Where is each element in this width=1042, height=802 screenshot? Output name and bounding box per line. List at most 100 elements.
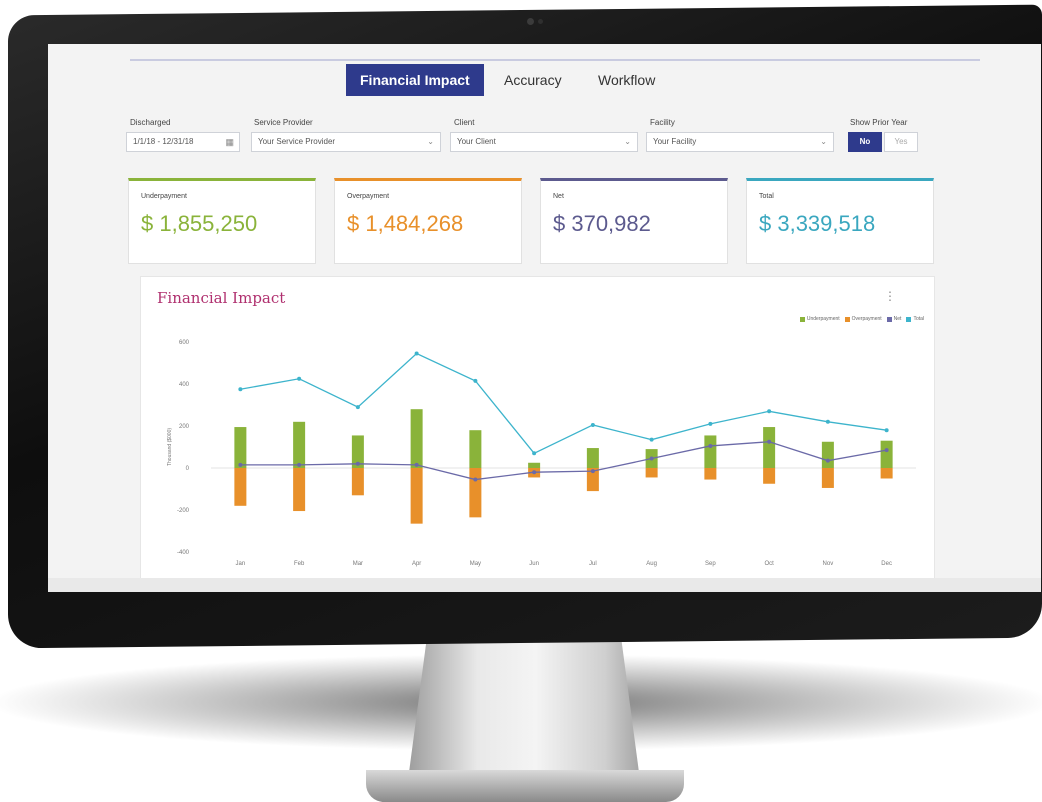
net-point (767, 439, 772, 444)
y-axis-label: Thousand ($000) (167, 428, 173, 466)
discharged-value: 1/1/18 - 12/31/18 (133, 137, 194, 146)
tab-financial-impact[interactable]: Financial Impact (346, 64, 484, 96)
underpayment-bar (880, 440, 893, 468)
client-label: Client (454, 118, 475, 127)
financial-impact-chart: 600 400 200 0 -200 -400 Thousand ($000) Jan Feb M… (167, 340, 916, 567)
net-point (825, 458, 830, 463)
net-point (414, 462, 419, 467)
x-tick-label: Aug (646, 561, 657, 567)
total-value: $ 3,339,518 (759, 211, 876, 236)
overpayment-bar (410, 468, 423, 524)
overpayment-bar (880, 468, 893, 479)
underpayment-title: Underpayment (141, 193, 187, 200)
underpayment-bar (763, 427, 776, 468)
y-tick-label: 400 (179, 382, 190, 388)
total-line (240, 352, 887, 455)
underpayment-bar (704, 435, 717, 468)
overpayment-bar (763, 468, 776, 484)
x-tick-label: May (470, 561, 481, 567)
total-point (825, 419, 830, 424)
net-point (355, 461, 360, 466)
x-tick-label: Jun (529, 561, 539, 567)
total-point (355, 405, 360, 410)
x-tick-label: Mar (353, 561, 363, 567)
x-tick-label: Dec (881, 561, 892, 567)
overpayment-bar (293, 468, 306, 512)
net-point (590, 469, 595, 474)
total-point (532, 451, 537, 456)
net-point (708, 443, 713, 448)
facility-select[interactable]: Your Facility ⌄ (646, 132, 834, 152)
overpayment-bar (351, 468, 364, 496)
total-point (414, 351, 419, 356)
x-tick-label: Oct (764, 561, 774, 567)
overpayment-card: Overpayment $ 1,484,268 (334, 178, 522, 264)
total-point (238, 387, 243, 392)
monitor-stand-base (366, 770, 684, 802)
underpayment-bar (293, 421, 306, 468)
total-card: Total $ 3,339,518 (746, 178, 934, 264)
overpayment-bar (234, 468, 247, 506)
calendar-icon[interactable]: ▦ (225, 133, 234, 151)
overpayment-bar (821, 468, 834, 488)
tab-accuracy[interactable]: Accuracy (490, 64, 576, 96)
tab-workflow[interactable]: Workflow (584, 64, 669, 96)
overpayment-bar (469, 468, 482, 518)
service-provider-select[interactable]: Your Service Provider ⌄ (251, 132, 441, 152)
service-provider-label: Service Provider (254, 118, 313, 127)
total-point (649, 437, 654, 442)
overpayment-title: Overpayment (347, 193, 390, 200)
dashboard-screen: Financial Impact Accuracy Workflow Disch… (48, 44, 1041, 592)
underpayment-value: $ 1,855,250 (141, 211, 258, 236)
financial-impact-panel: Financial Impact ⋮ Underpayment Overpayme… (140, 276, 935, 592)
total-point (590, 422, 595, 427)
chevron-down-icon: ⌄ (624, 137, 631, 146)
facility-value: Your Facility (653, 137, 697, 146)
total-point (767, 409, 772, 414)
x-tick-label: Feb (294, 561, 305, 567)
show-prior-year-label: Show Prior Year (850, 118, 908, 127)
net-point (884, 448, 889, 453)
x-tick-label: Sep (705, 561, 716, 567)
client-select[interactable]: Your Client ⌄ (450, 132, 638, 152)
chevron-down-icon: ⌄ (427, 137, 434, 146)
y-tick-label: -400 (177, 550, 190, 556)
underpayment-card: Underpayment $ 1,855,250 (128, 178, 316, 264)
net-card: Net $ 370,982 (540, 178, 728, 264)
net-point (649, 456, 654, 461)
facility-label: Facility (650, 118, 675, 127)
underpayment-bar (821, 441, 834, 468)
overpayment-bar (704, 468, 717, 480)
prior-year-no-button[interactable]: No (848, 132, 882, 152)
x-tick-label: Jul (589, 561, 597, 567)
screen-bottom-bar (48, 578, 1041, 592)
y-tick-label: 600 (179, 340, 190, 346)
overpayment-bar (645, 468, 658, 478)
webcam-icon (527, 18, 534, 25)
underpayment-bar (528, 462, 541, 468)
net-title: Net (553, 193, 564, 200)
total-point (473, 378, 478, 383)
net-point (297, 462, 302, 467)
chevron-down-icon: ⌄ (820, 137, 827, 146)
service-provider-value: Your Service Provider (258, 137, 336, 146)
client-value: Your Client (457, 137, 496, 146)
discharged-date-range[interactable]: 1/1/18 - 12/31/18 ▦ (126, 132, 240, 152)
total-title: Total (759, 193, 774, 200)
overpayment-value: $ 1,484,268 (347, 211, 464, 236)
underpayment-bar (234, 427, 247, 468)
y-tick-label: 0 (186, 466, 190, 472)
net-point (238, 462, 243, 467)
header-divider (130, 59, 980, 61)
monitor-stand (408, 640, 640, 780)
y-tick-label: 200 (179, 424, 190, 430)
underpayment-bar (586, 448, 599, 468)
prior-year-yes-button[interactable]: Yes (884, 132, 918, 152)
total-point (708, 421, 713, 426)
underpayment-bar (410, 409, 423, 468)
x-tick-label: Apr (412, 561, 421, 567)
net-point (473, 477, 478, 482)
discharged-label: Discharged (130, 118, 171, 127)
y-tick-label: -200 (177, 508, 190, 514)
net-value: $ 370,982 (553, 211, 651, 236)
